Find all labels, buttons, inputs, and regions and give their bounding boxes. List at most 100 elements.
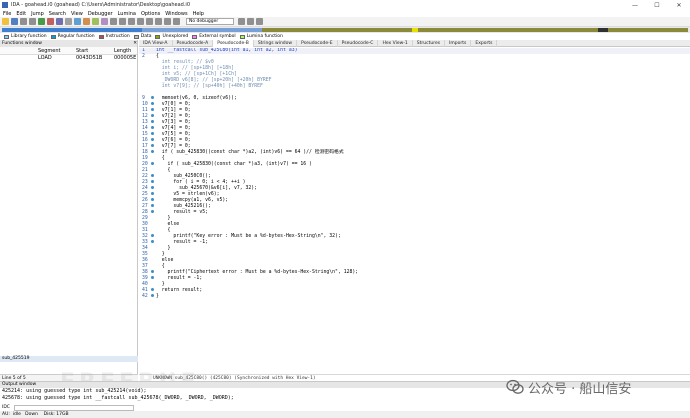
open-folder-icon[interactable] <box>2 18 9 25</box>
menu-bar: File Edit Jump Search View Debugger Lumi… <box>0 10 690 17</box>
menu-debugger[interactable]: Debugger <box>88 11 113 17</box>
tab-ida-view-a[interactable]: IDA View-A <box>139 39 173 47</box>
toolbar-icon[interactable] <box>256 18 263 25</box>
toolbar: No debugger <box>0 17 690 27</box>
breakpoint-dot-icon[interactable] <box>151 102 154 105</box>
menu-windows[interactable]: Windows <box>165 11 187 17</box>
breakpoint-dot-icon[interactable] <box>151 132 154 135</box>
legend-instruction: Instruction <box>98 34 130 39</box>
string-icon[interactable] <box>92 18 99 25</box>
column-length[interactable]: Length <box>114 47 136 54</box>
breakpoint-dot-icon[interactable] <box>151 210 154 213</box>
breakpoint-dot-icon[interactable] <box>151 126 154 129</box>
code-text: int __fastcall sub_425C80(int a1, int a2… <box>156 48 298 53</box>
wechat-icon <box>506 379 524 394</box>
graph-icon[interactable] <box>56 18 63 25</box>
save-icon[interactable] <box>11 18 18 25</box>
column-start[interactable]: Start <box>76 47 114 54</box>
minimize-button[interactable]: — <box>624 0 646 10</box>
pseudocode-view[interactable]: 1 int __fastcall sub_425C80(int a1, int a… <box>139 48 690 374</box>
breakpoint-dot-icon[interactable] <box>151 192 154 195</box>
code-text: else <box>156 258 174 263</box>
toolbar-icon[interactable] <box>247 18 254 25</box>
close-icon[interactable]: ✕ <box>133 40 137 47</box>
breakpoint-dot-icon[interactable] <box>151 204 154 207</box>
toolbar-icon[interactable] <box>146 18 153 25</box>
breakpoint-dot-icon[interactable] <box>151 108 154 111</box>
toolbar-icon[interactable] <box>155 18 162 25</box>
tab-imports[interactable]: Imports <box>445 39 472 47</box>
status-bar: AU: idle Down Disk: 17GB <box>0 411 690 418</box>
breakpoint-dot-icon[interactable] <box>151 162 154 165</box>
breakpoint-dot-icon[interactable] <box>151 96 154 99</box>
toolbar-icon[interactable] <box>128 18 135 25</box>
struct-icon[interactable] <box>101 18 108 25</box>
code-text: v7[5] = 0; <box>156 132 191 137</box>
toolbar-icon[interactable] <box>173 18 180 25</box>
ida-app-icon <box>2 2 8 8</box>
breakpoint-dot-icon[interactable] <box>151 180 154 183</box>
debugger-select[interactable]: No debugger <box>186 18 234 25</box>
search-icon[interactable] <box>65 18 72 25</box>
tab-structures[interactable]: Structures <box>413 39 446 47</box>
menu-help[interactable]: Help <box>193 11 204 17</box>
breakpoint-dot-icon[interactable] <box>151 120 154 123</box>
menu-options[interactable]: Options <box>141 11 160 17</box>
back-arrow-icon[interactable] <box>20 18 27 25</box>
tab-pseudocode-a[interactable]: Pseudocode-A <box>173 39 214 47</box>
tab-pseudocode-c[interactable]: Pseudocode-C <box>338 39 379 47</box>
breakpoint-dot-icon[interactable] <box>151 198 154 201</box>
breakpoint-dot-icon[interactable] <box>151 186 154 189</box>
breakpoint-dot-icon[interactable] <box>151 138 154 141</box>
menu-jump[interactable]: Jump <box>31 11 44 17</box>
table-row[interactable]: LOAD 0043D51B 000005E <box>0 55 137 62</box>
code-text: result = v5; <box>156 210 208 215</box>
breakpoint-dot-icon[interactable] <box>151 240 154 243</box>
legend-unexplored: Unexplored <box>155 34 188 39</box>
tab-pseudocode-b[interactable]: Pseudocode-B <box>213 39 254 47</box>
toolbar-icon[interactable] <box>164 18 171 25</box>
run-icon[interactable] <box>38 18 45 25</box>
breakpoint-dot-icon[interactable] <box>151 270 154 273</box>
breakpoint-dot-icon[interactable] <box>151 234 154 237</box>
functions-window-title: Functions window <box>2 41 42 46</box>
column-segment[interactable]: Segment <box>38 47 76 54</box>
code-text: { <box>156 156 165 161</box>
toolbar-icon[interactable] <box>119 18 126 25</box>
menu-file[interactable]: File <box>3 11 11 17</box>
breakpoint-dot-icon[interactable] <box>151 150 154 153</box>
code-text: sub_4250C0(); <box>156 174 211 179</box>
toolbar-icon[interactable] <box>238 18 245 25</box>
toolbar-icon[interactable] <box>137 18 144 25</box>
tab-strings-window[interactable]: Strings window <box>254 39 298 47</box>
menu-edit[interactable]: Edit <box>16 11 26 17</box>
stop-icon[interactable] <box>47 18 54 25</box>
tab-pseudocode-e[interactable]: Pseudocode-E <box>297 39 338 47</box>
selected-function[interactable]: sub_425519 <box>0 356 138 362</box>
breakpoint-dot-icon[interactable] <box>151 276 154 279</box>
maximize-button[interactable]: ☐ <box>646 0 668 10</box>
breakpoint-dot-icon[interactable] <box>151 174 154 177</box>
data-icon[interactable] <box>83 18 90 25</box>
breakpoint-dot-icon[interactable] <box>151 294 154 297</box>
toolbar-icon[interactable] <box>110 18 117 25</box>
tab-exports[interactable]: Exports <box>471 39 498 47</box>
view-tabs: IDA View-A Pseudocode-A Pseudocode-B Str… <box>139 39 690 47</box>
forward-arrow-icon[interactable] <box>29 18 36 25</box>
menu-search[interactable]: Search <box>49 11 66 17</box>
menu-view[interactable]: View <box>71 11 83 17</box>
code-line[interactable]: 42} <box>139 294 690 300</box>
breakpoint-dot-icon[interactable] <box>151 144 154 147</box>
code-text: { <box>156 54 159 59</box>
menu-lumina[interactable]: Lumina <box>118 11 136 17</box>
breakpoint-dot-icon[interactable] <box>151 114 154 117</box>
idc-label[interactable]: IDC <box>0 405 14 410</box>
breakpoint-dot-icon[interactable] <box>151 288 154 291</box>
code-text: if ( sub_425830((const char *)a3, (int)v… <box>156 162 312 167</box>
column-function-name[interactable] <box>0 47 38 54</box>
tab-hex-view-1[interactable]: Hex View-1 <box>378 39 413 47</box>
command-input[interactable] <box>14 404 134 411</box>
code-icon[interactable] <box>74 18 81 25</box>
close-button[interactable]: ✕ <box>668 0 690 10</box>
code-text: { <box>156 168 171 173</box>
